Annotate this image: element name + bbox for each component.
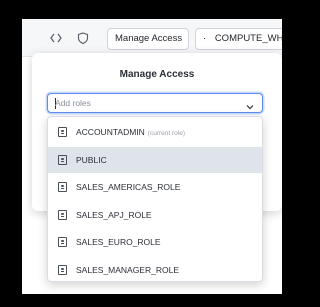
role-option-label: SALES_EURO_ROLE <box>76 237 161 247</box>
manage-access-button[interactable]: Manage Access <box>107 28 189 50</box>
role-name: SALES_APJ_ROLE <box>76 209 152 220</box>
role-option-label: SALES_APJ_ROLE <box>76 210 152 220</box>
code-brackets-icon[interactable] <box>49 31 63 45</box>
role-name: PUBLIC <box>76 154 107 165</box>
role-name: SALES_AMERICAS_ROLE <box>76 182 181 192</box>
role-badge-icon <box>58 182 67 192</box>
role-name: SALES_MANAGER_ROLE <box>76 264 179 275</box>
warehouse-status-dot: · <box>203 33 207 44</box>
role-name: SALES_EURO_ROLE <box>76 237 161 247</box>
role-badge-icon <box>58 264 67 275</box>
role-option[interactable]: SALES_EURO_ROLE <box>48 229 262 255</box>
warehouse-selector[interactable]: · COMPUTE_WH <box>195 28 282 50</box>
current-role-note: (current role) <box>147 130 186 137</box>
role-option[interactable]: ACCOUNTADMIN (current role) <box>48 119 262 145</box>
role-option[interactable]: SALES_APJ_ROLE <box>48 202 262 228</box>
chevron-down-icon[interactable] <box>245 99 255 110</box>
manage-access-label: Manage Access <box>115 33 183 44</box>
role-badge-icon <box>58 154 67 165</box>
role-badge-icon <box>58 209 67 220</box>
role-option-label: PUBLIC <box>76 155 107 165</box>
warehouse-label: COMPUTE_WH <box>214 33 282 44</box>
shield-icon[interactable] <box>76 31 90 45</box>
dialog-title: Manage Access <box>119 69 195 80</box>
role-option-label: SALES_AMERICAS_ROLE <box>76 182 180 192</box>
add-roles-placeholder: Add roles <box>55 98 91 108</box>
role-name: ACCOUNTADMIN <box>76 127 145 137</box>
role-badge-icon <box>58 127 67 137</box>
role-option-label: SALES_MANAGER_ROLE <box>76 265 179 275</box>
role-option[interactable]: SALES_MANAGER_ROLE <box>48 257 262 282</box>
top-toolbar: Manage Access · COMPUTE_WH <box>22 19 282 57</box>
role-option[interactable]: PUBLIC <box>48 146 262 173</box>
add-roles-select[interactable]: Add roles <box>47 93 263 113</box>
role-badge-icon <box>58 237 67 247</box>
role-option[interactable]: SALES_AMERICAS_ROLE <box>48 174 262 200</box>
role-option-label: ACCOUNTADMIN (current role) <box>76 127 185 137</box>
app-window: Manage Access · COMPUTE_WH Manage Access… <box>22 19 282 294</box>
roles-dropdown: ACCOUNTADMIN (current role) PUBLIC SALES_AM… <box>47 116 263 282</box>
